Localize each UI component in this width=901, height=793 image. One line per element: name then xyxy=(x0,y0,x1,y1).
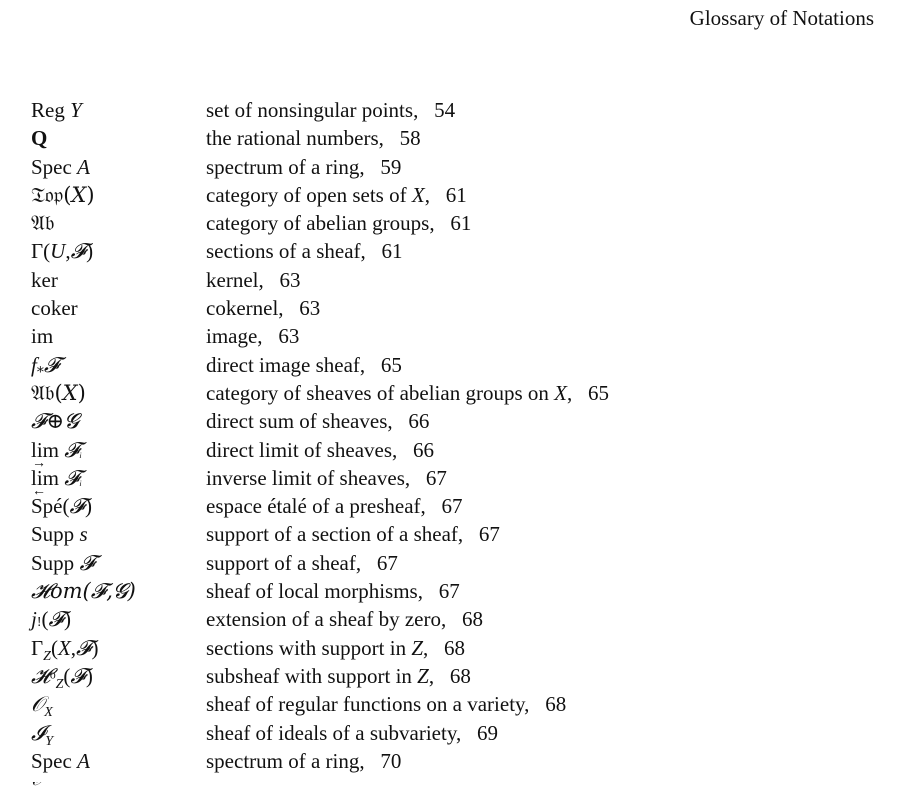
notation-description: spectrum of a ring, 70 xyxy=(206,748,402,773)
notation-symbol: coker xyxy=(31,296,78,321)
list-item: Q the rational numbers, 58 xyxy=(31,124,891,152)
notation-description: subsheaf with support in Z, 68 xyxy=(206,663,471,688)
notation-description: sheaf of ideals of a subvariety, 69 xyxy=(206,720,498,745)
notation-description: espace étalé of a presheaf, 67 xyxy=(206,494,463,519)
notation-description: sheaf of regular functions on a variety,… xyxy=(206,692,567,717)
list-item: Spec A spectrum of a ring, 70 xyxy=(31,747,891,775)
list-item: Supp s support of a section of a sheaf, … xyxy=(31,520,891,548)
list-item: 𝓗⁰Z(𝓕) subsheaf with support in Z, 68 xyxy=(31,662,891,692)
notation-symbol: im xyxy=(31,324,54,349)
notation-symbol: 𝒪 xyxy=(31,782,44,792)
list-item: Reg Y set of nonsingular points, 54 xyxy=(31,96,891,124)
notation-description: category of sheaves of abelian groups on… xyxy=(206,380,609,405)
notation-symbol: Supp 𝓕 xyxy=(31,550,95,575)
notation-description: extension of a sheaf by zero, 68 xyxy=(206,607,483,632)
list-item: 𝓕⊕𝓖 direct sum of sheaves, 66 xyxy=(31,407,891,435)
list-item: lim → 𝓕ᵢ direct limit of sheaves, 66 xyxy=(31,436,891,471)
list-item: Spé(𝓕) espace étalé of a presheaf, 67 xyxy=(31,492,891,520)
notation-symbol: Spé(𝓕) xyxy=(31,494,92,519)
notation-symbol: Supp s xyxy=(31,522,88,547)
page-header: Glossary of Notations xyxy=(689,6,874,30)
cut-off-row: 𝒪 xyxy=(31,782,891,793)
notation-description: image, 63 xyxy=(206,324,300,349)
list-item: Spec A spectrum of a ring, 59 xyxy=(31,153,891,181)
notation-description: direct sum of sheaves, 66 xyxy=(206,409,430,434)
notation-description: support of a section of a sheaf, 67 xyxy=(206,522,500,547)
list-item: 𝒪X sheaf of regular functions on a varie… xyxy=(31,690,891,720)
notation-symbol: 𝓗om(𝓕,𝓖) xyxy=(31,579,136,604)
notation-description: spectrum of a ring, 59 xyxy=(206,154,402,179)
notation-symbol: Q xyxy=(31,126,48,151)
list-item: 𝓘Y sheaf of ideals of a subvariety, 69 xyxy=(31,719,891,749)
notation-description: kernel, 63 xyxy=(206,267,301,292)
notation-description: sections of a sheaf, 61 xyxy=(206,239,403,264)
notation-symbol: 𝔗𝔬𝔭(X) xyxy=(31,182,95,207)
notation-description: category of open sets of X, 61 xyxy=(206,182,467,207)
notation-description: support of a sheaf, 67 xyxy=(206,550,398,575)
notation-description: the rational numbers, 58 xyxy=(206,126,421,151)
glossary-list: Reg Y set of nonsingular points, 54 Q th… xyxy=(31,96,891,775)
notation-symbol: Γ(U,𝓕) xyxy=(31,239,94,264)
notation-description: inverse limit of sheaves, 67 xyxy=(206,465,447,490)
list-item: 𝔄𝔟(X) category of sheaves of abelian gro… xyxy=(31,379,891,407)
list-item: im image, 63 xyxy=(31,322,891,350)
notation-description: cokernel, 63 xyxy=(206,296,321,321)
notation-description: direct image sheaf, 65 xyxy=(206,352,402,377)
list-item: Supp 𝓕 support of a sheaf, 67 xyxy=(31,549,891,577)
notation-description: category of abelian groups, 61 xyxy=(206,211,472,236)
list-item: 𝔄𝔟 category of abelian groups, 61 xyxy=(31,209,891,237)
notation-symbol: 𝔄𝔟 xyxy=(31,211,55,236)
notation-symbol: 𝔄𝔟(X) xyxy=(31,380,86,405)
list-item: 𝓗om(𝓕,𝓖) sheaf of local morphisms, 67 xyxy=(31,577,891,605)
notation-description: set of nonsingular points, 54 xyxy=(206,98,456,122)
notation-description: sections with support in Z, 68 xyxy=(206,635,466,660)
list-item: Γ(U,𝓕) sections of a sheaf, 61 xyxy=(31,237,891,265)
notation-symbol: ker xyxy=(31,267,58,292)
notation-symbol: Reg Y xyxy=(31,98,82,122)
list-item: ΓZ(X,𝓕) sections with support in Z, 68 xyxy=(31,634,891,664)
list-item: coker cokernel, 63 xyxy=(31,294,891,322)
list-item: lim ← 𝓕ᵢ inverse limit of sheaves, 67 xyxy=(31,464,891,499)
notation-symbol: Spec A xyxy=(31,154,90,179)
notation-description: direct limit of sheaves, 66 xyxy=(206,437,435,462)
list-item: j!(𝓕) extension of a sheaf by zero, 68 xyxy=(31,605,891,633)
list-item-partial: 𝒪 xyxy=(31,782,891,792)
list-item: 𝔗𝔬𝔭(X) category of open sets of X, 61 xyxy=(31,181,891,209)
list-item: ker kernel, 63 xyxy=(31,266,891,294)
list-item: f⁎𝓕 direct image sheaf, 65 xyxy=(31,351,891,379)
notation-symbol: 𝓕⊕𝓖 xyxy=(31,409,79,434)
notation-description: sheaf of local morphisms, 67 xyxy=(206,579,460,604)
notation-symbol: Spec A xyxy=(31,748,90,773)
